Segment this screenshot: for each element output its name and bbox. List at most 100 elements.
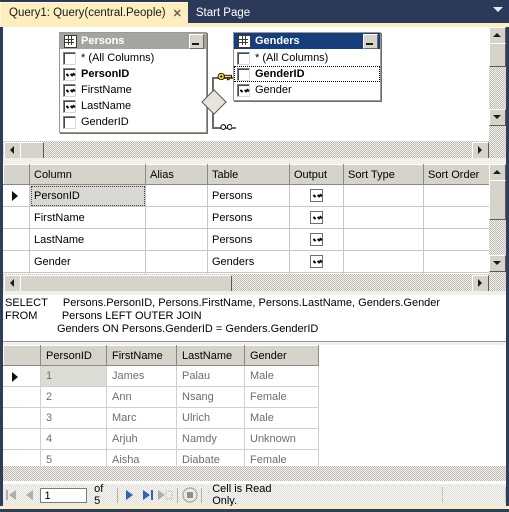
cell-gender[interactable]: Male xyxy=(244,365,319,387)
cell-table[interactable]: Persons xyxy=(207,228,290,251)
column-row-gender[interactable]: Gender xyxy=(234,82,380,98)
cell-firstname[interactable]: James xyxy=(106,365,177,387)
scroll-down-button[interactable] xyxy=(489,255,506,272)
cell-sort-order[interactable] xyxy=(423,184,490,207)
results-hscrollbar[interactable] xyxy=(3,466,506,481)
cell-personid[interactable]: 2 xyxy=(40,386,107,408)
scroll-right-button[interactable] xyxy=(472,142,489,159)
results-corner-header[interactable] xyxy=(3,345,41,366)
tab-start-page[interactable]: Start Page xyxy=(188,2,256,23)
cell-table[interactable]: Persons xyxy=(207,184,290,207)
row-header[interactable] xyxy=(3,386,41,408)
table-box-persons[interactable]: Persons * (All Columns) PersonID FirstNa… xyxy=(59,32,207,133)
table-row[interactable]: 2 Ann Nsang Female xyxy=(3,386,319,408)
table-row[interactable]: PersonID Persons xyxy=(3,184,490,207)
column-row-all[interactable]: * (All Columns) xyxy=(60,50,206,66)
cell-firstname[interactable]: Ann xyxy=(106,386,177,408)
diagram-pane[interactable]: Persons * (All Columns) PersonID FirstNa… xyxy=(3,27,489,141)
grid-header-output[interactable]: Output xyxy=(289,164,344,185)
left-outer-join-diamond-icon[interactable] xyxy=(201,89,227,115)
column-row-personid[interactable]: PersonID xyxy=(60,66,206,82)
checkbox-genderid[interactable] xyxy=(237,67,250,81)
cell-gender[interactable]: Male xyxy=(244,407,319,429)
tab-query1[interactable]: Query1: Query(central.People) ✕ xyxy=(0,2,188,23)
next-record-button[interactable] xyxy=(121,485,139,505)
cell-column[interactable]: Gender xyxy=(29,250,146,273)
results-header-gender[interactable]: Gender xyxy=(244,345,319,366)
column-row-all[interactable]: * (All Columns) xyxy=(234,50,380,66)
grid-header-sort-type[interactable]: Sort Type xyxy=(343,164,424,185)
row-header[interactable] xyxy=(3,428,41,450)
table-row[interactable]: LastName Persons xyxy=(3,228,490,251)
grid-corner-header[interactable] xyxy=(3,164,30,185)
output-checkbox[interactable] xyxy=(310,255,323,268)
cell-sort-type[interactable] xyxy=(343,228,424,251)
checkbox-all-columns[interactable] xyxy=(63,51,76,65)
grid-vscrollbar[interactable] xyxy=(489,164,506,274)
minimize-icon[interactable] xyxy=(189,33,204,49)
table-box-persons-titlebar[interactable]: Persons xyxy=(60,33,206,49)
cell-sort-order[interactable] xyxy=(423,228,490,251)
table-row[interactable]: Gender Genders xyxy=(3,250,490,273)
first-record-button[interactable] xyxy=(3,485,21,505)
criteria-grid-pane[interactable]: Column Alias Table Output Sort Type Sort… xyxy=(3,164,490,295)
grid-header-sort-order[interactable]: Sort Order xyxy=(423,164,490,185)
cell-sort-type[interactable] xyxy=(343,184,424,207)
table-row[interactable]: 1 James Palau Male xyxy=(3,365,319,387)
results-header-lastname[interactable]: LastName xyxy=(176,345,245,366)
row-header[interactable] xyxy=(3,407,41,429)
diagram-hscrollbar[interactable] xyxy=(3,141,506,159)
cell-firstname[interactable]: Marc xyxy=(106,407,177,429)
table-box-genders[interactable]: Genders * (All Columns) GenderID Gender xyxy=(233,32,381,101)
cell-alias[interactable] xyxy=(145,250,208,273)
row-header[interactable] xyxy=(3,250,30,273)
results-pane[interactable]: PersonID FirstName LastName Gender 1 Jam… xyxy=(3,345,506,471)
chevron-down-icon[interactable] xyxy=(493,7,503,12)
scroll-left-button[interactable] xyxy=(4,275,21,292)
output-checkbox[interactable] xyxy=(310,189,323,202)
table-box-genders-titlebar[interactable]: Genders xyxy=(234,33,380,49)
scroll-thumb[interactable] xyxy=(489,43,506,67)
scroll-right-button[interactable] xyxy=(472,275,489,292)
scroll-up-button[interactable] xyxy=(489,27,506,44)
cell-column[interactable]: PersonID xyxy=(29,184,146,207)
previous-record-button[interactable] xyxy=(21,485,39,505)
cell-sort-order[interactable] xyxy=(423,206,490,229)
cell-sort-type[interactable] xyxy=(343,206,424,229)
cell-column[interactable]: FirstName xyxy=(29,206,146,229)
output-checkbox[interactable] xyxy=(310,233,323,246)
checkbox-genderid[interactable] xyxy=(63,115,76,129)
last-record-button[interactable] xyxy=(138,485,156,505)
cell-sort-order[interactable] xyxy=(423,250,490,273)
scroll-thumb[interactable] xyxy=(489,180,506,220)
cell-personid[interactable]: 4 xyxy=(40,428,107,450)
cell-alias[interactable] xyxy=(145,228,208,251)
cell-lastname[interactable]: Palau xyxy=(176,365,245,387)
row-header[interactable] xyxy=(3,228,30,251)
column-row-firstname[interactable]: FirstName xyxy=(60,82,206,98)
row-header[interactable] xyxy=(3,206,30,229)
grid-header-column[interactable]: Column xyxy=(29,164,146,185)
minimize-icon[interactable] xyxy=(363,33,378,49)
table-row[interactable]: FirstName Persons xyxy=(3,206,490,229)
diagram-vscrollbar[interactable] xyxy=(489,27,506,141)
column-row-genderid[interactable]: GenderID xyxy=(60,114,206,130)
cell-alias[interactable] xyxy=(145,184,208,207)
cell-table[interactable]: Genders xyxy=(207,250,290,273)
checkbox-gender[interactable] xyxy=(237,83,250,97)
cell-gender[interactable]: Unknown xyxy=(244,428,319,450)
sql-pane[interactable]: SELECT Persons.PersonID, Persons.FirstNa… xyxy=(3,295,506,343)
grid-hscrollbar[interactable] xyxy=(3,274,506,292)
cell-lastname[interactable]: Namdy xyxy=(176,428,245,450)
cell-output[interactable] xyxy=(289,228,344,251)
column-row-genderid[interactable]: GenderID xyxy=(234,66,380,82)
row-header[interactable] xyxy=(3,365,41,387)
cell-sort-type[interactable] xyxy=(343,250,424,273)
new-record-button[interactable] xyxy=(156,485,174,505)
output-checkbox[interactable] xyxy=(310,211,323,224)
cell-output[interactable] xyxy=(289,206,344,229)
cell-firstname[interactable]: Arjuh xyxy=(106,428,177,450)
page-number-input[interactable]: 1 xyxy=(40,487,88,503)
cell-output[interactable] xyxy=(289,184,344,207)
table-row[interactable]: 3 Marc Ulrich Male xyxy=(3,407,319,429)
